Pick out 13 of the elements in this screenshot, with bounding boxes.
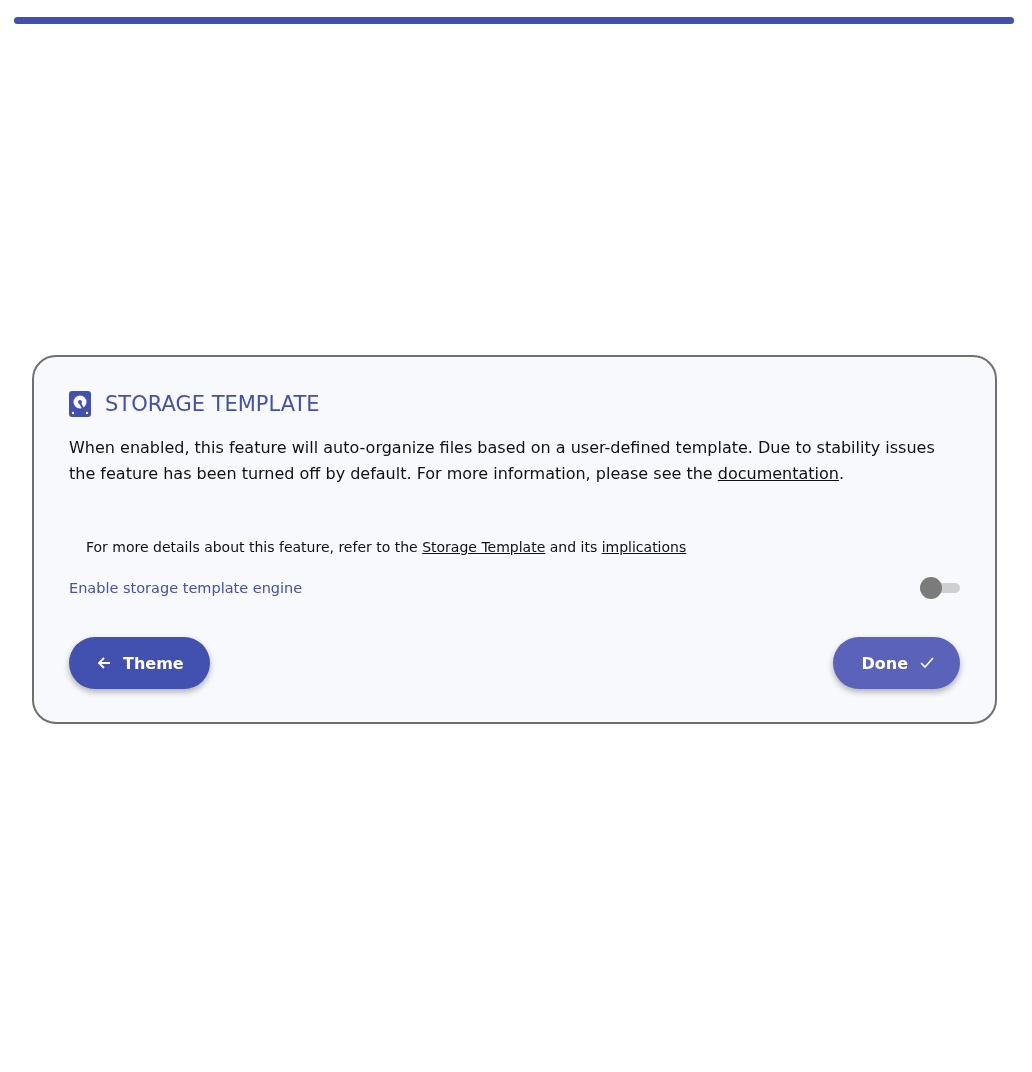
checkmark-icon (920, 657, 934, 669)
back-button[interactable]: Theme (69, 637, 210, 689)
setting-label: Enable storage template engine (69, 580, 303, 596)
implications-link[interactable]: implications (601, 539, 687, 555)
arrow-left-icon (97, 656, 111, 670)
details-text: For more details about this feature, refer to the Storage Template and its implications (86, 539, 688, 555)
storage-template-link[interactable]: Storage Template (422, 539, 546, 555)
toggle-switch[interactable] (920, 577, 960, 599)
section-title: STORAGE TEMPLATE (105, 392, 320, 416)
done-button[interactable]: Done (833, 637, 960, 689)
description-text: When enabled, this feature will auto-organize files based on a user-defined template. Due to stability issues the feature has been turned off by default. For more information, please see the documentation. (69, 437, 936, 485)
hard-drive-icon (69, 391, 91, 417)
documentation-link[interactable]: documentation (717, 464, 839, 483)
